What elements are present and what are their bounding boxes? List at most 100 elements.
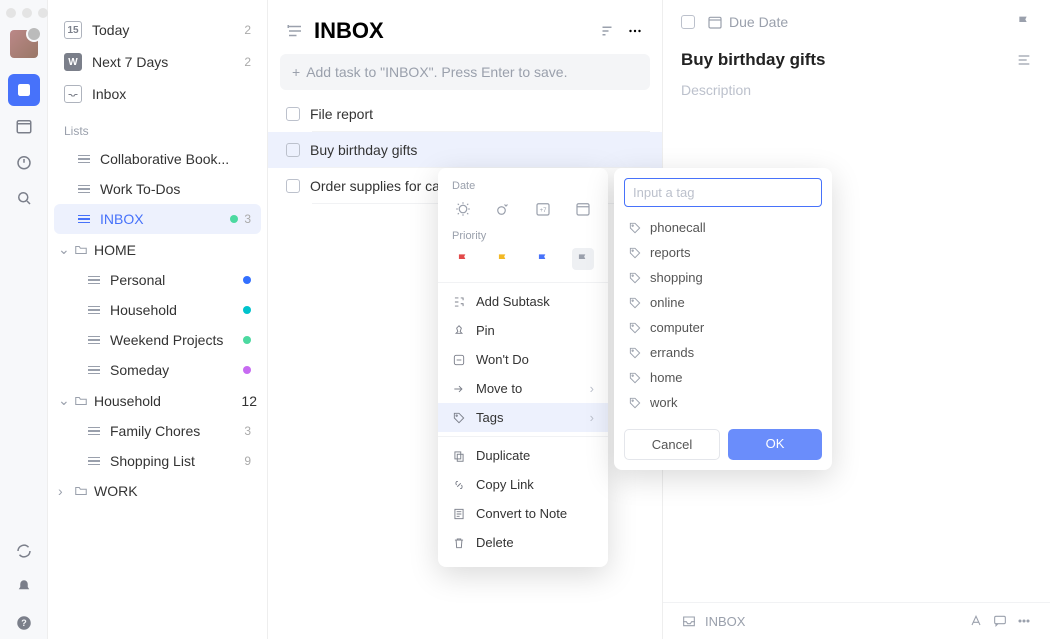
list-personal[interactable]: Personal [54, 265, 261, 295]
cancel-button[interactable]: Cancel [624, 429, 720, 460]
rail-sync[interactable] [8, 535, 40, 567]
priority-low-icon[interactable] [532, 248, 554, 270]
calendar-icon [707, 14, 723, 30]
tag-option[interactable]: errands [624, 340, 822, 365]
tag-option[interactable]: computer [624, 315, 822, 340]
priority-medium-icon[interactable] [492, 248, 514, 270]
task-title: File report [310, 106, 373, 122]
folder-icon [74, 484, 88, 498]
text-style-icon[interactable] [968, 613, 984, 629]
tag-label: shopping [650, 270, 703, 285]
tag-option[interactable]: online [624, 290, 822, 315]
date-custom-icon[interactable] [572, 198, 594, 220]
ctx-pin[interactable]: Pin [438, 316, 608, 345]
ctx-copylink[interactable]: Copy Link [438, 470, 608, 499]
list-label: INBOX [100, 211, 144, 227]
outline-icon[interactable] [1016, 52, 1032, 68]
more-icon[interactable] [626, 22, 644, 40]
detail-description[interactable]: Description [663, 76, 1050, 104]
ctx-delete[interactable]: Delete [438, 528, 608, 557]
list-label: Collaborative Book... [100, 151, 229, 167]
detail-title[interactable]: Buy birthday gifts [681, 50, 826, 70]
tag-option[interactable]: work [624, 390, 822, 415]
priority-none-icon[interactable] [572, 248, 594, 270]
tag-label: computer [650, 320, 704, 335]
smart-label: Next 7 Days [92, 54, 168, 70]
count: 9 [244, 454, 251, 468]
list-shopping[interactable]: Shopping List9 [54, 446, 261, 476]
folder-home[interactable]: ⌄ HOME [54, 234, 261, 265]
flag-icon[interactable] [1016, 14, 1032, 30]
folder-household[interactable]: ⌄ Household 12 [54, 385, 261, 416]
rail-notifications[interactable] [8, 571, 40, 603]
ctx-wontdo[interactable]: Won't Do [438, 345, 608, 374]
list-family-chores[interactable]: Family Chores3 [54, 416, 261, 446]
list-weekend[interactable]: Weekend Projects [54, 325, 261, 355]
ctx-duplicate[interactable]: Duplicate [438, 441, 608, 470]
ctx-add-subtask[interactable]: Add Subtask [438, 287, 608, 316]
smart-today[interactable]: 15 Today 2 [54, 14, 261, 46]
priority-high-icon[interactable] [452, 248, 474, 270]
window-controls[interactable] [6, 8, 48, 18]
list-someday[interactable]: Someday [54, 355, 261, 385]
section-lists-label: Lists [54, 110, 261, 144]
svg-text:+7: +7 [540, 208, 548, 214]
smart-inbox[interactable]: Inbox [54, 78, 261, 110]
list-inbox[interactable]: INBOX 3 [54, 204, 261, 234]
list-collab[interactable]: Collaborative Book... [54, 144, 261, 174]
smart-next7[interactable]: W Next 7 Days 2 [54, 46, 261, 78]
plus-icon: + [292, 64, 300, 80]
chevron-down-icon: ⌄ [58, 392, 68, 409]
list-label: Household [110, 302, 177, 318]
checkbox[interactable] [286, 143, 300, 157]
tag-option[interactable]: shopping [624, 265, 822, 290]
list-label: Personal [110, 272, 165, 288]
avatar[interactable] [10, 30, 38, 58]
sort-icon[interactable] [598, 22, 616, 40]
checkbox[interactable] [286, 107, 300, 121]
color-dot [243, 276, 251, 284]
toggle-sidebar-icon[interactable] [286, 22, 304, 40]
checkbox[interactable] [286, 179, 300, 193]
tag-label: reports [650, 245, 690, 260]
sidebar: 15 Today 2 W Next 7 Days 2 Inbox Lists C… [48, 0, 268, 639]
tag-option[interactable]: reports [624, 240, 822, 265]
rail-tasks[interactable] [8, 74, 40, 106]
ctx-convert[interactable]: Convert to Note [438, 499, 608, 528]
list-worktodos[interactable]: Work To-Dos [54, 174, 261, 204]
ctx-tags[interactable]: Tags› [438, 403, 608, 432]
smart-label: Inbox [92, 86, 126, 102]
rail-help[interactable]: ? [8, 607, 40, 639]
ctx-moveto[interactable]: Move to› [438, 374, 608, 403]
folder-work[interactable]: › WORK [54, 476, 261, 506]
add-task-input[interactable]: + Add task to "INBOX". Press Enter to sa… [280, 54, 650, 90]
task-row[interactable]: Buy birthday gifts [268, 132, 662, 168]
list-icon [78, 215, 90, 224]
chevron-right-icon: › [590, 410, 594, 425]
tag-input[interactable] [624, 178, 822, 207]
rail-search[interactable] [8, 182, 40, 214]
ok-button[interactable]: OK [728, 429, 822, 460]
rail-pomo[interactable] [8, 146, 40, 178]
due-label: Due Date [729, 14, 788, 30]
detail-checkbox[interactable] [681, 15, 695, 29]
task-row[interactable]: File report [268, 96, 662, 132]
due-date-button[interactable]: Due Date [707, 14, 788, 30]
move-icon[interactable] [681, 613, 697, 629]
tag-option[interactable]: home [624, 365, 822, 390]
list-icon [88, 457, 100, 466]
detail-location[interactable]: INBOX [705, 614, 745, 629]
tag-label: errands [650, 345, 694, 360]
tag-option[interactable]: phonecall [624, 215, 822, 240]
tags-popover: phonecall reports shopping online comput… [614, 168, 832, 470]
date-nextweek-icon[interactable]: +7 [532, 198, 554, 220]
tag-label: online [650, 295, 685, 310]
ctx-label: Copy Link [476, 477, 534, 492]
more-icon[interactable] [1016, 613, 1032, 629]
folder-icon [74, 243, 88, 257]
list-household[interactable]: Household [54, 295, 261, 325]
date-tomorrow-icon[interactable] [492, 198, 514, 220]
date-today-icon[interactable] [452, 198, 474, 220]
comment-icon[interactable] [992, 613, 1008, 629]
rail-calendar[interactable] [8, 110, 40, 142]
